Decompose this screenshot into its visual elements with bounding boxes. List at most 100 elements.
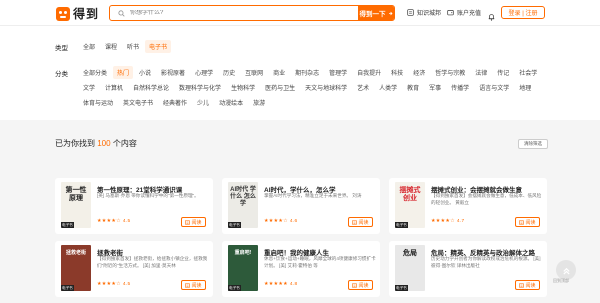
category-label: 分类: [55, 70, 68, 78]
cover-title: 拯救老街: [65, 250, 86, 256]
category-option[interactable]: 旅游: [249, 96, 269, 109]
book-cover[interactable]: 拯救老街 电子书: [61, 245, 91, 291]
category-option[interactable]: 体育与运动: [79, 96, 117, 109]
book-card[interactable]: 危局 电子书 危局：精英、反精英与政治解体之路 历史动力学开创者为你解读政权或治…: [389, 241, 547, 297]
category-option[interactable]: 期刊杂志: [291, 66, 323, 79]
category-option[interactable]: 哲学与宗教: [431, 66, 469, 79]
category-option[interactable]: 法律: [471, 66, 491, 79]
category-option[interactable]: 经典著作: [159, 96, 191, 109]
category-option[interactable]: 语言与文学: [475, 81, 513, 94]
book-description: [英] 马塞斯·乔恩 带你读懂科学中的"第一性原理"。: [97, 193, 199, 198]
rating-stars: ★★★★☆ 4.7: [431, 218, 465, 224]
read-button[interactable]: 阅读: [348, 280, 373, 290]
category-option[interactable]: 自然科学总论: [129, 81, 173, 94]
category-option[interactable]: 传播学: [447, 81, 473, 94]
top-header: 得到 得到一下 知识城邦 账户充值 登录 | 注册: [0, 0, 600, 26]
read-button[interactable]: 阅读: [348, 217, 373, 227]
rating-value: 4.6: [289, 219, 298, 224]
category-option[interactable]: 人类学: [375, 81, 401, 94]
type-option-all[interactable]: 全部: [79, 40, 99, 53]
rating-stars: ★★★★☆ 4.5: [97, 281, 131, 287]
category-option[interactable]: 管理学: [325, 66, 351, 79]
category-option[interactable]: 地理: [515, 81, 535, 94]
results-count: 100: [97, 139, 111, 148]
category-option[interactable]: 自我提升: [353, 66, 385, 79]
category-option[interactable]: 科技: [387, 66, 407, 79]
knowledge-city-link[interactable]: 知识城邦: [407, 8, 441, 17]
book-card[interactable]: 拯救老街 电子书 拯救老街 【得到独家首发】拯救老街，给拯救小镇企业，拯救我们"…: [55, 241, 213, 297]
arrow-up-icon: [562, 267, 570, 275]
book-description: 【得到独家首发】会摆摊就会做生意，低成本、低风险的轻创业。 黄毅立: [431, 193, 542, 205]
category-option[interactable]: 生物科学: [227, 81, 259, 94]
book-cover[interactable]: 摆摊式 创业 电子书: [395, 182, 425, 228]
search-button[interactable]: 得到一下: [358, 6, 394, 20]
book-cover[interactable]: 第一性原理 电子书: [61, 182, 91, 228]
type-option-audiobook[interactable]: 听书: [123, 40, 143, 53]
logo[interactable]: 得到: [56, 5, 99, 22]
search-input[interactable]: [128, 10, 348, 16]
category-option[interactable]: 历史: [219, 66, 239, 79]
category-option[interactable]: 医药与卫生: [261, 81, 299, 94]
category-option[interactable]: 商业: [269, 66, 289, 79]
category-option[interactable]: 互联网: [241, 66, 267, 79]
type-option-course[interactable]: 课程: [101, 40, 121, 53]
login-register-button[interactable]: 登录 | 注册: [501, 6, 545, 19]
category-option[interactable]: 全部分类: [79, 66, 111, 79]
book-card[interactable]: AI时代 学什么 怎么学 电子书 AI时代，学什么，怎么学 掌握AI时代学习法，…: [222, 178, 380, 234]
search-button-label: 得到一下: [359, 11, 386, 18]
rating-value: 4.8: [289, 282, 298, 287]
cover-title: 摆摊式 创业: [399, 187, 421, 203]
read-button[interactable]: 阅读: [515, 280, 540, 290]
category-option[interactable]: 影视原著: [157, 66, 189, 79]
read-button[interactable]: 阅读: [181, 280, 206, 290]
book-description: 历史动力学开创者为你解读政权或治危机的根源。 [美] 彼得·图尔钦 译林出版社: [431, 256, 541, 268]
category-option[interactable]: 动漫绘本: [215, 96, 247, 109]
category-option[interactable]: 教育: [403, 81, 423, 94]
category-option[interactable]: 社会学: [515, 66, 541, 79]
type-filter-row: 类型 全部 课程 听书 电子书: [55, 40, 173, 53]
book-cover[interactable]: 重启吧! 电子书: [228, 245, 258, 291]
category-option[interactable]: 心理学: [191, 66, 217, 79]
cover-title: 重启吧!: [234, 250, 252, 256]
book-cover[interactable]: 危局 电子书: [395, 245, 425, 291]
results-summary: 已为你找到 100 个内容: [55, 138, 137, 149]
category-option[interactable]: 英文电子书: [119, 96, 157, 109]
category-option[interactable]: 少儿: [193, 96, 213, 109]
back-to-top-button[interactable]: [556, 260, 576, 280]
cover-title: 第一性原理: [65, 187, 87, 203]
logo-text: 得到: [73, 7, 100, 21]
category-option[interactable]: 热门: [113, 66, 134, 79]
read-button[interactable]: 阅读: [515, 217, 540, 227]
category-option[interactable]: 传记: [493, 66, 513, 79]
read-icon: [519, 282, 525, 288]
results-suffix: 个内容: [112, 139, 137, 148]
cover-title: 危局: [403, 250, 417, 257]
book-card[interactable]: 摆摊式 创业 电子书 摆摊式创业：会摆摊就会做生意 【得到独家首发】会摆摊就会做…: [389, 178, 547, 234]
type-label: 类型: [55, 44, 68, 52]
book-card[interactable]: 重启吧! 电子书 重启吧！我的健康人生 休息+饮食+运动+睡眠，风靡全球的4项健…: [222, 241, 380, 297]
read-icon: [185, 219, 191, 225]
read-button-label: 阅读: [191, 282, 202, 289]
cover-title: AI时代 学什么 怎么学: [230, 187, 256, 208]
category-option[interactable]: 军事: [425, 81, 445, 94]
read-icon: [352, 219, 358, 225]
ebook-tag: 电子书: [228, 285, 241, 291]
search-icon: [114, 6, 128, 20]
category-option[interactable]: 文学: [79, 81, 99, 94]
read-button[interactable]: 阅读: [181, 217, 206, 227]
category-option[interactable]: 数理科学与化学: [175, 81, 225, 94]
ebook-tag: 电子书: [395, 222, 408, 228]
book-cover[interactable]: AI时代 学什么 怎么学 电子书: [228, 182, 258, 228]
type-option-ebook[interactable]: 电子书: [145, 40, 172, 53]
rating-stars: ★★★★☆ 4.6: [264, 218, 298, 224]
bell-icon[interactable]: [488, 8, 495, 26]
clear-filters-button[interactable]: 清除筛选: [518, 139, 548, 149]
category-option[interactable]: 经济: [409, 66, 429, 79]
book-card[interactable]: 第一性原理 电子书 第一性原理：21堂科学通识课 [英] 马塞斯·乔恩 带你读懂…: [55, 178, 213, 234]
category-option[interactable]: 计算机: [101, 81, 127, 94]
account-recharge-link[interactable]: 账户充值: [447, 8, 481, 17]
category-option[interactable]: 小说: [135, 66, 155, 79]
account-recharge-label: 账户充值: [457, 11, 482, 17]
category-option[interactable]: 天文与地球科学: [301, 81, 351, 94]
category-option[interactable]: 艺术: [353, 81, 373, 94]
